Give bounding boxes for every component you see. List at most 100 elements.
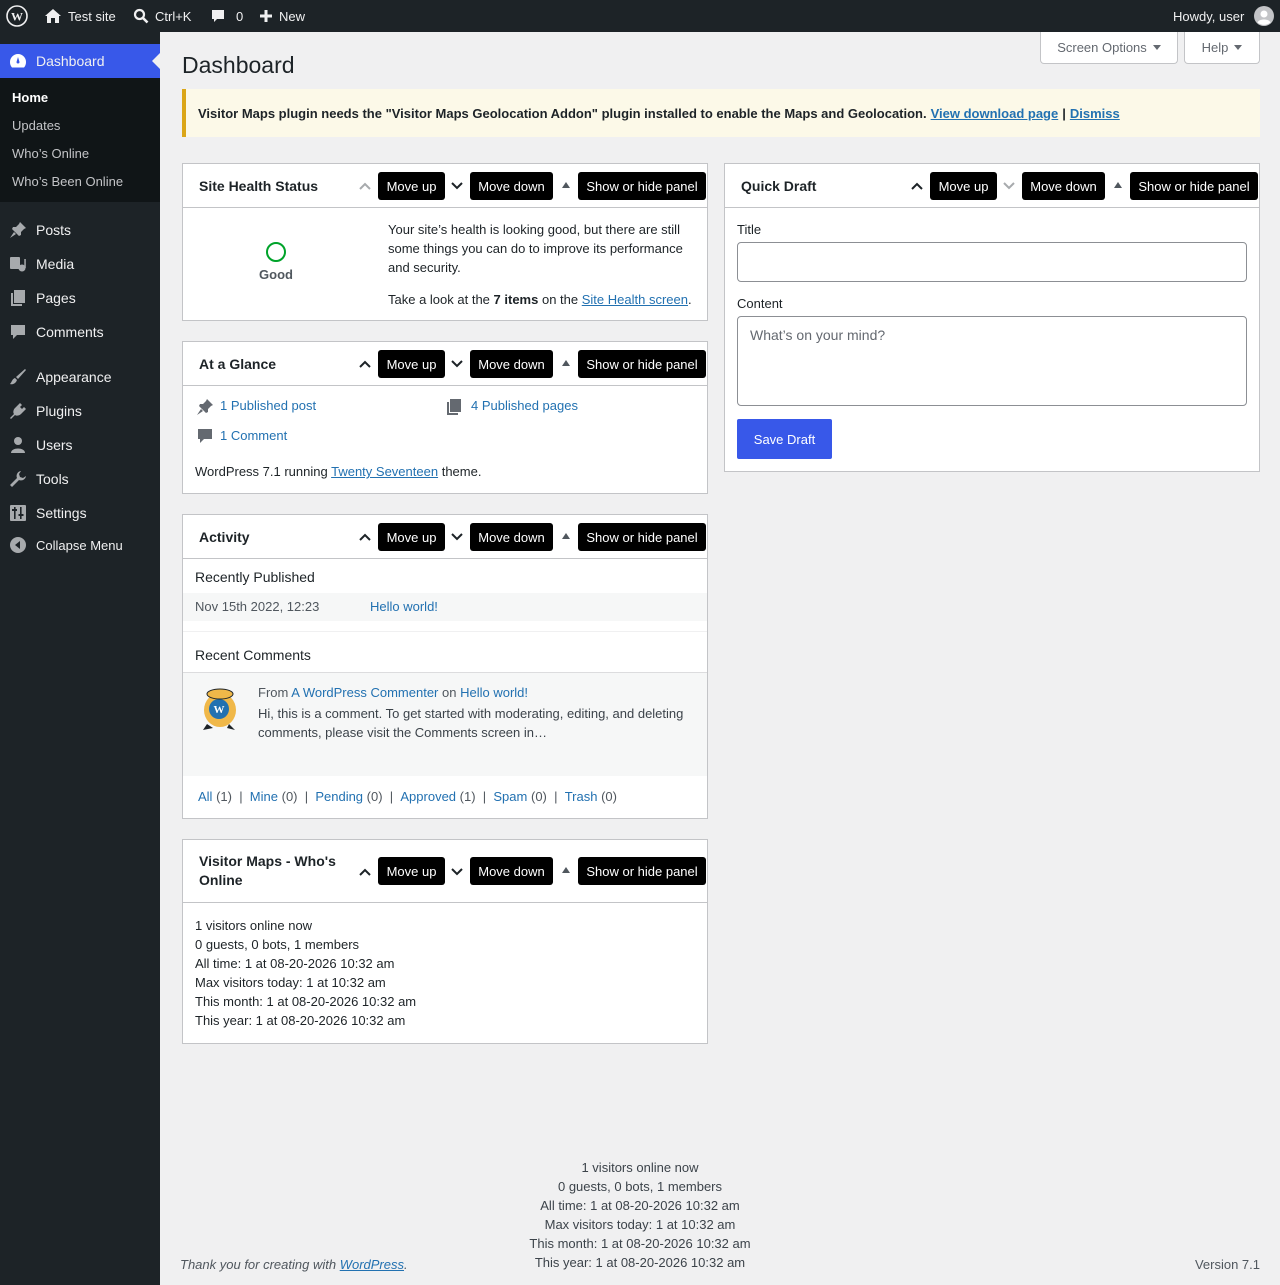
health-items-count: 7 items xyxy=(493,292,539,307)
sidebar-item-pages[interactable]: Pages xyxy=(0,281,160,315)
admin-bar: W Test site Ctrl+K 0 New Howdy, user xyxy=(0,0,1280,32)
visitor-stat-line: This month: 1 at 08-20-2026 10:32 am xyxy=(195,994,417,1009)
toggle-arrow-icon xyxy=(562,867,570,873)
footer-thanks: Thank you for creating with WordPress. xyxy=(180,1257,408,1272)
move-down-button[interactable]: Move down xyxy=(470,350,553,378)
filter-pending-link[interactable]: Pending xyxy=(315,789,363,804)
home-icon xyxy=(45,9,61,23)
panel-title: At a Glance xyxy=(199,356,277,372)
health-status-label: Good xyxy=(259,267,293,282)
view-download-page-link[interactable]: View download page xyxy=(931,106,1059,121)
panel-header: At a Glance Move up Move down Show or hi… xyxy=(183,342,707,386)
commenter-avatar: W xyxy=(203,688,236,730)
filter-spam-link[interactable]: Spam xyxy=(493,789,527,804)
help-label: Help xyxy=(1201,40,1229,55)
move-down-button[interactable]: Move down xyxy=(470,523,553,551)
toggle-panel-button[interactable]: Show or hide panel xyxy=(578,523,706,551)
filter-all-link[interactable]: All xyxy=(198,789,212,804)
draft-content-textarea[interactable] xyxy=(737,316,1247,406)
screen-options-button[interactable]: Screen Options xyxy=(1040,32,1178,64)
submenu-item-whos-been-online[interactable]: Who’s Been Online xyxy=(12,174,123,189)
toggle-arrow-icon xyxy=(562,182,570,188)
sidebar-item-comments[interactable]: Comments xyxy=(0,315,160,349)
comment-post-link[interactable]: Hello world! xyxy=(460,685,528,700)
published-pages-link[interactable]: 4 Published pages xyxy=(471,398,578,413)
sidebar-item-users[interactable]: Users xyxy=(0,428,160,462)
panel-header: Visitor Maps - Who's Online Move up Move… xyxy=(183,840,707,903)
sidebar-item-settings[interactable]: Settings xyxy=(0,496,160,530)
wrench-icon xyxy=(8,470,28,488)
sidebar-item-label: Comments xyxy=(36,324,104,340)
visitor-stat-line: All time: 1 at 08-20-2026 10:32 am xyxy=(195,956,395,971)
submenu-item-updates[interactable]: Updates xyxy=(12,118,60,133)
filter-trash-link[interactable]: Trash xyxy=(565,789,598,804)
sidebar-item-media[interactable]: Media xyxy=(0,247,160,281)
collapse-menu-button[interactable]: Collapse Menu xyxy=(0,528,160,562)
version-text: WordPress 7.1 running xyxy=(195,464,328,479)
move-up-button[interactable]: Move up xyxy=(378,172,445,200)
health-text: . xyxy=(687,292,692,307)
filter-count: (0) xyxy=(281,789,298,804)
page-title: Dashboard xyxy=(182,52,295,78)
dismiss-link[interactable]: Dismiss xyxy=(1070,106,1120,121)
toggle-panel-button[interactable]: Show or hide panel xyxy=(578,350,706,378)
recently-published-heading: Recently Published xyxy=(195,569,315,585)
published-post-link[interactable]: Hello world! xyxy=(370,599,438,614)
toggle-panel-button[interactable]: Show or hide panel xyxy=(578,172,706,200)
chevron-down-icon xyxy=(450,865,464,879)
move-up-button[interactable]: Move up xyxy=(378,350,445,378)
sidebar-item-label: Settings xyxy=(36,505,87,521)
toggle-panel-button[interactable]: Show or hide panel xyxy=(1130,172,1258,200)
move-up-button[interactable]: Move up xyxy=(378,857,445,885)
health-text: Take a look at the xyxy=(388,292,490,307)
sidebar-item-posts[interactable]: Posts xyxy=(0,213,160,247)
recent-comments-heading: Recent Comments xyxy=(195,647,311,663)
move-down-button[interactable]: Move down xyxy=(470,857,553,885)
search-shortcut[interactable]: Ctrl+K xyxy=(133,0,191,32)
sidebar-item-plugins[interactable]: Plugins xyxy=(0,394,160,428)
comment-item: W From A WordPress Commenter on Hello wo… xyxy=(183,672,707,776)
wordpress-version-line: WordPress 7.1 running Twenty Seventeen t… xyxy=(195,464,481,479)
dashboard-submenu: Home Updates Who’s Online Who’s Been Onl… xyxy=(0,78,160,202)
save-draft-button[interactable]: Save Draft xyxy=(737,419,832,459)
new-content-link[interactable]: New xyxy=(259,0,305,32)
move-up-button[interactable]: Move up xyxy=(930,172,997,200)
commenter-link[interactable]: A WordPress Commenter xyxy=(291,685,438,700)
toggle-arrow-icon xyxy=(562,533,570,539)
submenu-item-whos-online[interactable]: Who’s Online xyxy=(12,146,89,161)
filter-approved-link[interactable]: Approved xyxy=(400,789,456,804)
published-posts-link[interactable]: 1 Published post xyxy=(220,398,316,413)
sidebar-item-label: Appearance xyxy=(36,369,112,385)
notice-separator: | xyxy=(1062,105,1066,121)
move-down-button[interactable]: Move down xyxy=(470,172,553,200)
panel-header: Quick Draft Move up Move down Show or hi… xyxy=(725,164,1259,208)
svg-text:W: W xyxy=(214,704,225,716)
move-down-button[interactable]: Move down xyxy=(1022,172,1105,200)
filter-mine-link[interactable]: Mine xyxy=(250,789,278,804)
wordpress-logo-icon[interactable]: W xyxy=(6,0,28,32)
sidebar-item-appearance[interactable]: Appearance xyxy=(0,360,160,394)
panel-header: Site Health Status Move up Move down Sho… xyxy=(183,164,707,208)
draft-title-input[interactable] xyxy=(737,242,1247,282)
site-name-link[interactable]: Test site xyxy=(44,0,116,32)
sidebar-item-label: Users xyxy=(36,437,73,453)
chevron-up-icon xyxy=(358,865,372,879)
sidebar-item-tools[interactable]: Tools xyxy=(0,462,160,496)
comments-link[interactable]: 0 xyxy=(210,0,243,32)
sidebar-item-dashboard[interactable]: Dashboard xyxy=(0,44,160,78)
wordpress-link[interactable]: WordPress xyxy=(340,1257,404,1272)
theme-link[interactable]: Twenty Seventeen xyxy=(331,464,438,479)
submenu-item-home[interactable]: Home xyxy=(12,90,48,105)
health-status-ring-icon xyxy=(266,242,286,262)
site-health-panel: Site Health Status Move up Move down Sho… xyxy=(182,163,708,321)
comments-count-link[interactable]: 1 Comment xyxy=(220,428,287,443)
sidebar-item-label: Plugins xyxy=(36,403,82,419)
caret-down-icon xyxy=(1152,45,1161,50)
chevron-up-icon xyxy=(358,357,372,371)
toggle-panel-button[interactable]: Show or hide panel xyxy=(578,857,706,885)
my-account-link[interactable]: Howdy, user xyxy=(1173,0,1275,32)
footer-stat-line: This month: 1 at 08-20-2026 10:32 am xyxy=(529,1236,751,1251)
move-up-button[interactable]: Move up xyxy=(378,523,445,551)
help-button[interactable]: Help xyxy=(1184,32,1260,64)
site-health-screen-link[interactable]: Site Health screen xyxy=(582,292,688,307)
